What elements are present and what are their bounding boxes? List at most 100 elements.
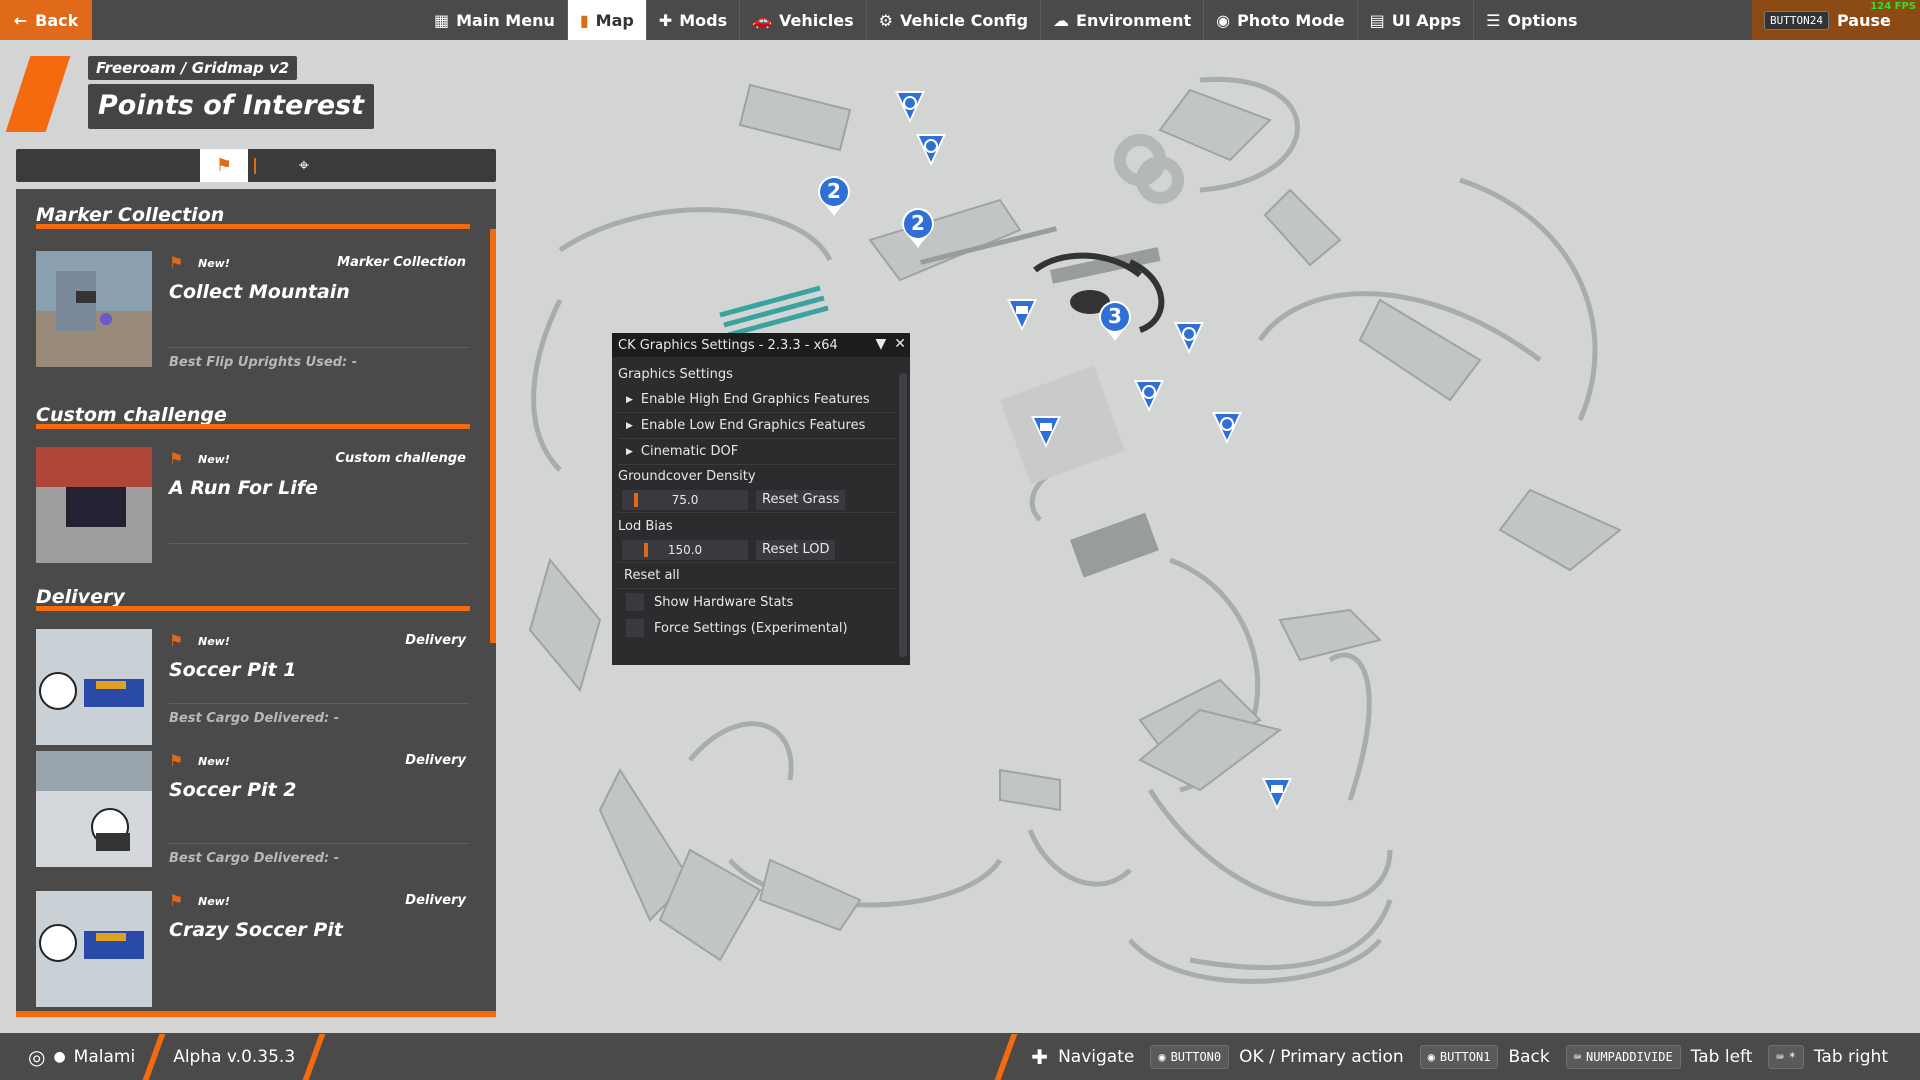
checkbox[interactable] (626, 593, 644, 611)
card-category: Delivery (405, 753, 466, 768)
reset-all-button[interactable]: Reset all (618, 563, 896, 589)
groundcover-row: 75.0 Reset Grass (618, 487, 896, 513)
new-flag-icon: ⚑ (169, 449, 184, 468)
map-marker-delivery[interactable] (1029, 414, 1063, 452)
hint-key-tab-left[interactable]: ⌨ NUMPADDIVIDE (1565, 1044, 1681, 1069)
groundcover-slider[interactable]: 75.0 (622, 489, 748, 510)
window-scrollbar[interactable] (899, 373, 907, 657)
arrow-left-icon: ← (13, 10, 28, 30)
groundcover-label: Groundcover Density (618, 468, 756, 484)
back-button[interactable]: ← Back (0, 0, 92, 40)
poi-card[interactable]: ⚑ New! Delivery Soccer Pit 1 Best Cargo … (16, 611, 496, 751)
expand-triangle-icon: ▶ (626, 394, 633, 405)
new-badge: New! (198, 453, 230, 466)
slider-grab[interactable] (644, 542, 648, 557)
tree-item-label: Cinematic DOF (640, 444, 739, 459)
poi-thumbnail (36, 447, 152, 563)
lod-slider[interactable]: 150.0 (622, 539, 748, 560)
card-divider (169, 843, 469, 844)
grid-icon: ▦ (434, 10, 450, 30)
close-icon[interactable]: ✕ (894, 336, 906, 352)
section-title-label: Custom challenge (36, 404, 227, 426)
puzzle-icon: ✚ (658, 10, 673, 30)
show-hardware-stats-row[interactable]: Show Hardware Stats (618, 589, 896, 615)
globe-icon[interactable]: ◎ (28, 1045, 45, 1069)
sliders-icon: ☰ (1486, 10, 1501, 30)
window-titlebar[interactable]: CK Graphics Settings - 2.3.3 - x64 ▼ ✕ (612, 333, 910, 357)
cluster-count: 2 (827, 179, 841, 203)
keyboard-icon: ⌨ (1573, 1049, 1581, 1064)
graphics-settings-window[interactable]: CK Graphics Settings - 2.3.3 - x64 ▼ ✕ G… (612, 333, 910, 665)
slider-grab[interactable] (634, 492, 638, 507)
reset-lod-button[interactable]: Reset LOD (756, 539, 836, 560)
gamepad-icon: ◉ (1427, 1049, 1435, 1064)
poi-list-panel[interactable]: Marker Collection ⚑ New! Marker Collecti… (16, 189, 496, 1017)
poi-card[interactable]: ⚑ New! Custom challenge A Run For Life (16, 429, 496, 563)
card-divider (169, 347, 469, 348)
expand-triangle-icon: ▶ (626, 446, 633, 457)
tab-challenges[interactable]: ⚑ (200, 149, 248, 182)
map-marker-delivery[interactable] (1260, 776, 1294, 814)
card-stat: Best Cargo Delivered: - (169, 711, 340, 726)
nav-mods[interactable]: ✚ Mods (647, 0, 741, 40)
checkbox[interactable] (626, 619, 644, 637)
nav-photo-mode[interactable]: ◉ Photo Mode (1204, 0, 1358, 40)
checkbox-label: Force Settings (Experimental) (654, 620, 848, 636)
card-name: Collect Mountain (169, 281, 350, 303)
window-controls: ▼ ✕ (875, 336, 906, 352)
nav-main-menu[interactable]: ▦ Main Menu (422, 0, 568, 40)
force-settings-row[interactable]: Force Settings (Experimental) (618, 615, 896, 641)
flag-icon: ⚑ (215, 155, 233, 176)
breadcrumb: Freeroam / Gridmap v2 (88, 56, 298, 80)
slash-divider (994, 1033, 1018, 1080)
nav-vehicles[interactable]: 🚗 Vehicles (740, 0, 867, 40)
collapse-icon[interactable]: ▼ (875, 336, 886, 352)
map-marker-timer[interactable] (1132, 378, 1166, 416)
username: Malami (73, 1046, 136, 1067)
tree-item-high-end[interactable]: ▶ Enable High End Graphics Features (618, 387, 896, 413)
tree-item-low-end[interactable]: ▶ Enable Low End Graphics Features (618, 413, 896, 439)
key-label: NUMPADDIVIDE (1585, 1049, 1673, 1064)
steam-icon: ● (53, 1048, 66, 1065)
card-name: Soccer Pit 2 (169, 779, 297, 801)
poi-card[interactable]: ⚑ New! Delivery Crazy Soccer Pit (16, 891, 496, 1011)
tab-locations[interactable]: ⌖ (280, 149, 328, 182)
map-marker-timer[interactable] (893, 89, 927, 127)
map-marker-timer[interactable] (1210, 410, 1244, 448)
camera-icon: ◉ (1216, 10, 1231, 30)
map-marker-timer[interactable] (1172, 320, 1206, 358)
pause-button[interactable]: BUTTON24 Pause 124 FPS (1752, 0, 1920, 40)
poi-thumbnail (36, 629, 152, 745)
map-marker-cluster[interactable]: 3 (1097, 299, 1133, 343)
back-label: Back (35, 10, 79, 30)
poi-card[interactable]: ⚑ New! Marker Collection Collect Mountai… (16, 229, 496, 370)
nav-vehicle-config[interactable]: ⚙ Vehicle Config (867, 0, 1042, 40)
card-category: Delivery (405, 893, 466, 908)
nav-map[interactable]: ▮ Map (567, 0, 647, 40)
window-body: Graphics Settings ▶ Enable High End Graph… (612, 357, 910, 641)
new-badge: New! (198, 895, 230, 908)
section-title: Delivery (16, 571, 496, 611)
poi-card[interactable]: ⚑ New! Delivery Soccer Pit 2 Best Cargo … (16, 751, 496, 891)
map-marker-cluster[interactable]: 2 (900, 206, 936, 250)
car-config-icon: ⚙ (878, 10, 893, 30)
section-title: Custom challenge (16, 389, 496, 429)
key-label: * (1788, 1049, 1796, 1064)
map-marker-cluster[interactable]: 2 (816, 174, 852, 218)
hint-key-ok[interactable]: ◉ BUTTON0 (1150, 1044, 1230, 1069)
tree-item-dof[interactable]: ▶ Cinematic DOF (618, 439, 896, 465)
new-flag-icon: ⚑ (169, 253, 184, 272)
hint-key-tab-right[interactable]: ⌨ * (1768, 1044, 1804, 1069)
reset-grass-button[interactable]: Reset Grass (756, 489, 846, 510)
nav-environment[interactable]: ☁ Environment (1041, 0, 1205, 40)
map-marker-delivery[interactable] (1005, 297, 1039, 335)
nav-options[interactable]: ☰ Options (1474, 0, 1589, 40)
expand-triangle-icon: ▶ (626, 420, 633, 431)
map-marker-timer[interactable] (914, 132, 948, 170)
card-name: Soccer Pit 1 (169, 659, 297, 681)
card-category: Marker Collection (337, 255, 466, 270)
nav-ui-apps[interactable]: ▤ UI Apps (1358, 0, 1475, 40)
card-divider (169, 543, 469, 544)
section-title-label: Marker Collection (36, 204, 225, 226)
hint-key-back[interactable]: ◉ BUTTON1 (1419, 1044, 1499, 1069)
